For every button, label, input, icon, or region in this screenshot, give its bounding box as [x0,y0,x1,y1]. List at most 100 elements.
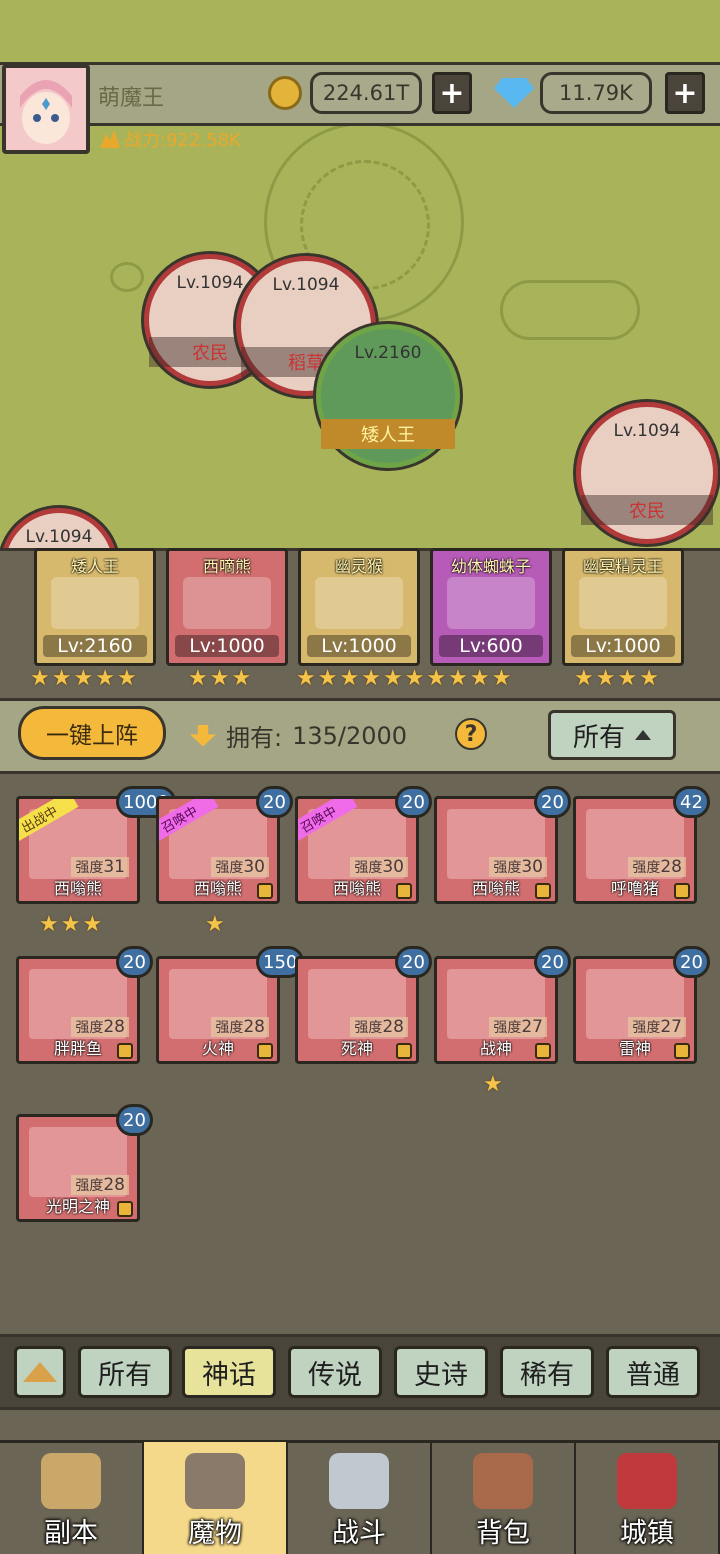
strength-label: 强度 [215,860,244,876]
token-level: Lv.1094 [272,275,340,295]
filter-2[interactable]: 传说 [288,1346,382,1398]
team-name: 幽灵猴 [334,557,383,576]
strength-value: 强度28 [71,1017,129,1037]
lock-icon [674,883,690,899]
team-name: 西嘀熊 [202,557,251,576]
arrow-down-icon [190,724,216,747]
strength-label: 强度 [493,1020,522,1036]
nav-item-3[interactable]: 背包 [432,1442,576,1554]
strength-value: 强度30 [350,857,408,877]
star-icon: ★ [361,666,381,691]
star-icon: ★ [483,1072,503,1097]
combat-power: 战力:922.58K [100,126,241,152]
strength-value: 强度31 [71,857,129,877]
star-icon: ★ [205,912,225,937]
filter-5[interactable]: 普通 [606,1346,700,1398]
auto-deploy-button[interactable]: 一键上阵 [18,706,166,760]
team-slot[interactable]: 幼体蜘蛛子 Lv:600 [430,548,552,666]
star-icon: ★ [30,666,50,691]
strength-label: 强度 [75,1178,104,1194]
filter-3[interactable]: 史诗 [394,1346,488,1398]
strength-value: 强度30 [489,857,547,877]
strength-label: 强度 [354,1020,383,1036]
nav-item-4[interactable]: 城镇 [576,1442,720,1554]
star-icon: ★ [448,666,468,691]
strength-value: 强度27 [628,1017,686,1037]
star-icon: ★ [188,666,208,691]
star-icon: ★ [469,666,490,691]
enemy-token[interactable]: Lv.1094 农民 [576,402,718,544]
star-rating: ★ ★ ★ [188,666,251,691]
star-rating: ★ [483,1072,503,1097]
star-icon: ★ [426,666,447,691]
strength-value: 强度28 [71,1175,129,1195]
power-icon [100,130,120,148]
strength-number: 28 [382,1017,404,1037]
castle-icon [617,1453,677,1509]
lock-icon [535,883,551,899]
team-level: Lv:1000 [307,635,411,657]
filter-1[interactable]: 神话 [182,1346,276,1398]
strength-number: 30 [243,857,265,877]
team-slot[interactable]: 矮人王 Lv:2160 [34,548,156,666]
filter-4[interactable]: 稀有 [500,1346,594,1398]
strength-label: 强度 [75,1020,104,1036]
filter-0[interactable]: 所有 [78,1346,172,1398]
team-portrait [315,577,403,629]
strength-number: 30 [521,857,543,877]
player-portrait [6,68,86,150]
strength-label: 强度 [493,860,522,876]
star-rating: ★ ★ ★ ★ ★ ★ ★ ★ ★ ★ [296,666,511,691]
star-icon: ★ [491,666,512,691]
team-level: Lv:600 [439,635,543,657]
team-slot[interactable]: 西嘀熊 Lv:1000 [166,548,288,666]
owned-value: 135/2000 [292,721,408,750]
star-icon: ★ [317,666,338,691]
triangle-up-icon [23,1362,57,1382]
help-button[interactable]: ? [455,718,487,750]
nav-label: 城镇 [620,1518,674,1549]
triangle-up-icon [635,730,651,740]
strength-number: 30 [382,857,404,877]
sort-dropdown[interactable]: 所有 [548,710,676,760]
nav-item-1[interactable]: 魔物 [144,1442,288,1554]
count-badge: 20 [673,946,710,978]
nav-item-0[interactable]: 副本 [0,1442,144,1554]
nav-item-2[interactable]: 战斗 [288,1442,432,1554]
star-icon: ★ [60,912,81,937]
star-rating: ★ ★ ★ ★ [574,666,659,691]
token-level: Lv.1094 [25,527,93,547]
player-name: 萌魔王 [98,86,165,111]
team-name: 矮人王 [70,557,119,576]
strength-number: 27 [521,1017,543,1037]
star-icon: ★ [82,912,103,937]
lock-icon [117,1043,133,1059]
combat-power-text: 战力:922.58K [124,130,241,151]
gold-coin-icon [268,76,302,110]
lock-icon [257,1043,273,1059]
add-gems-button[interactable]: + [665,72,705,114]
team-portrait [447,577,535,629]
star-icon: ★ [39,912,59,937]
strength-label: 强度 [75,860,104,876]
team-portrait [183,577,271,629]
strength-label: 强度 [215,1020,244,1036]
team-slot[interactable]: 幽灵猴 Lv:1000 [298,548,420,666]
star-icon: ★ [116,666,137,691]
team-portrait [51,577,139,629]
star-icon: ★ [617,666,638,691]
collapse-button[interactable] [14,1346,66,1398]
count-badge: 20 [534,946,571,978]
count-badge: 42 [673,786,710,818]
team-slot[interactable]: 幽冥精灵王 Lv:1000 [562,548,684,666]
star-icon: ★ [382,666,403,691]
lock-icon [674,1043,690,1059]
star-icon: ★ [339,666,360,691]
nav-label: 副本 [44,1518,98,1549]
boss-token[interactable]: Lv.2160 矮人王 [316,324,460,468]
player-avatar[interactable] [2,64,90,154]
nav-label: 背包 [476,1518,530,1549]
add-gold-button[interactable]: + [432,72,472,114]
star-icon: ★ [231,666,252,691]
count-badge: 20 [395,946,432,978]
